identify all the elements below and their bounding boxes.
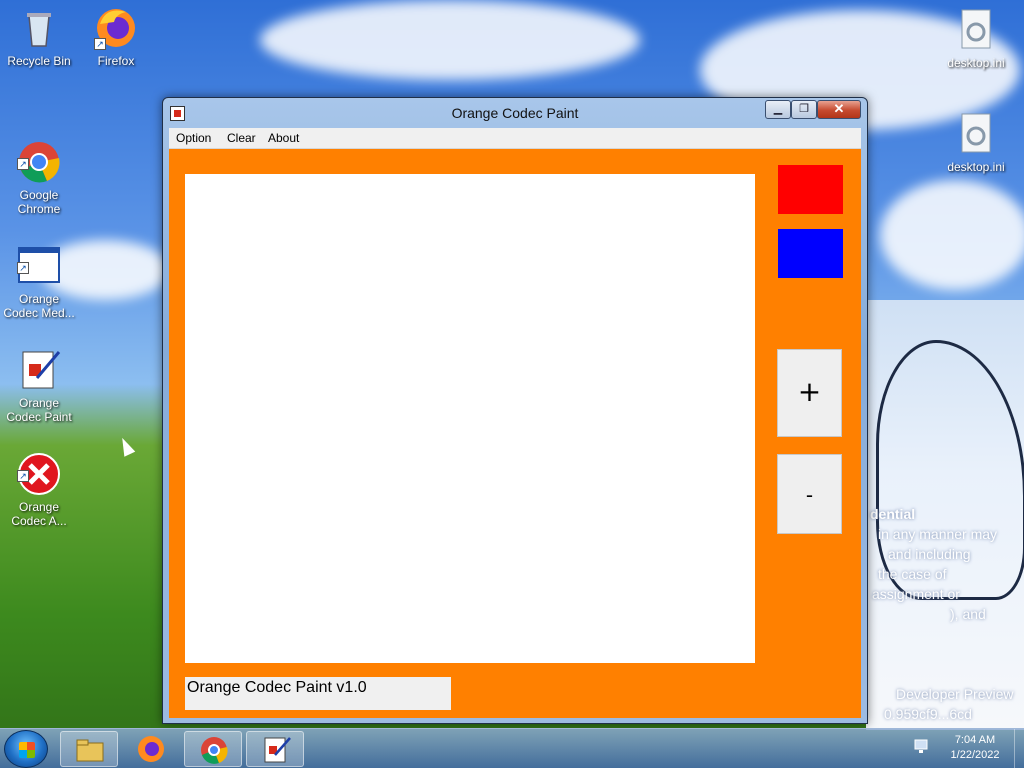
window-app-icon: ↗ bbox=[17, 230, 61, 283]
wallpaper-text: and including bbox=[888, 546, 971, 562]
desktop-icon-label: Orange Codec A... bbox=[11, 500, 67, 528]
paint-app-icon bbox=[261, 735, 291, 765]
shortcut-arrow-icon: ↗ bbox=[94, 38, 106, 50]
menu-option[interactable]: Option bbox=[176, 131, 211, 145]
desktop-icon-label: desktop.ini bbox=[947, 56, 1005, 70]
desktop-icon-label: Recycle Bin bbox=[7, 54, 71, 68]
taskbar-firefox[interactable] bbox=[122, 731, 180, 767]
show-desktop-button[interactable] bbox=[1014, 729, 1024, 768]
paint-client-area: + - Orange Codec Paint v1.0 bbox=[169, 149, 861, 718]
mouse-cursor-icon bbox=[116, 435, 136, 457]
firefox-icon: ↗ bbox=[94, 6, 138, 50]
desktop-icon-label: Orange Codec Paint bbox=[6, 396, 72, 424]
taskbar-chrome[interactable] bbox=[184, 731, 242, 767]
taskbar-orange-codec-paint[interactable] bbox=[246, 731, 304, 767]
maximize-button[interactable]: ❐ bbox=[791, 100, 817, 119]
decrease-brush-button[interactable]: - bbox=[777, 454, 842, 534]
desktop-icon-desktop-ini[interactable]: desktop.ini bbox=[938, 112, 1014, 174]
desktop-icon-label: Orange Codec Med... bbox=[3, 292, 75, 320]
desktop-icon-label: Firefox bbox=[97, 54, 135, 68]
wallpaper-text: ), and bbox=[950, 606, 986, 622]
desktop-icon-orange-codec-a[interactable]: ↗ Orange Codec A... bbox=[1, 424, 77, 542]
clock-date: 1/22/2022 bbox=[950, 749, 1000, 761]
cloud bbox=[880, 180, 1024, 290]
desktop-icon-chrome[interactable]: ↗ Google Chrome bbox=[1, 112, 77, 230]
taskbar-explorer[interactable] bbox=[60, 731, 118, 767]
system-clock[interactable]: 7:04 AM 1/22/2022 bbox=[940, 733, 1010, 763]
wallpaper-text: 0.959cf9...6cd bbox=[884, 706, 972, 722]
firefox-icon bbox=[136, 734, 166, 764]
desktop-icon-label: desktop.ini bbox=[947, 160, 1005, 174]
wallpaper-text: assignment or bbox=[872, 586, 960, 602]
close-button[interactable]: ✕ bbox=[817, 100, 861, 119]
settings-file-icon bbox=[954, 8, 998, 52]
desktop-icon-label: Google Chrome bbox=[17, 188, 61, 216]
window-title: Orange Codec Paint bbox=[451, 105, 579, 121]
paint-window: Orange Codec Paint ▁ ❐ ✕ Option Clear Ab… bbox=[162, 97, 868, 724]
error-x-icon: ↗ bbox=[17, 438, 61, 495]
clock-time: 7:04 AM bbox=[954, 734, 996, 746]
chrome-icon bbox=[199, 735, 229, 765]
desktop-icon-orange-codec-media[interactable]: ↗ Orange Codec Med... bbox=[1, 216, 77, 334]
menu-bar: Option Clear About bbox=[169, 128, 861, 149]
shortcut-arrow-icon: ↗ bbox=[17, 470, 29, 482]
shortcut-arrow-icon: ↗ bbox=[17, 158, 29, 170]
folder-icon bbox=[75, 735, 105, 765]
recycle-bin-icon bbox=[17, 6, 61, 50]
status-label: Orange Codec Paint v1.0 bbox=[185, 677, 451, 710]
desktop-icon-firefox[interactable]: ↗ Firefox bbox=[78, 6, 154, 68]
title-bar[interactable]: Orange Codec Paint ▁ ❐ ✕ bbox=[163, 98, 867, 128]
taskbar: 7:04 AM 1/22/2022 bbox=[0, 728, 1024, 768]
wallpaper-text: Developer Preview bbox=[896, 686, 1014, 702]
cloud bbox=[260, 0, 640, 80]
increase-brush-button[interactable]: + bbox=[777, 349, 842, 437]
menu-about[interactable]: About bbox=[268, 131, 299, 145]
color-swatch-blue[interactable] bbox=[778, 229, 843, 278]
start-button[interactable] bbox=[4, 730, 48, 768]
network-icon[interactable] bbox=[912, 737, 932, 757]
color-swatch-red[interactable] bbox=[778, 165, 843, 214]
chrome-icon: ↗ bbox=[17, 126, 61, 183]
paint-app-icon bbox=[17, 334, 61, 389]
wallpaper-text: dential bbox=[870, 506, 916, 522]
shortcut-arrow-icon: ↗ bbox=[17, 262, 29, 274]
menu-clear[interactable]: Clear bbox=[227, 131, 256, 145]
desktop-icon-recycle-bin[interactable]: Recycle Bin bbox=[1, 6, 77, 68]
desktop-icon-orange-codec-paint[interactable]: Orange Codec Paint bbox=[1, 320, 77, 438]
wallpaper-text: in any manner may bbox=[878, 526, 998, 542]
drawing-canvas[interactable] bbox=[185, 174, 755, 663]
wallpaper-text: the case of bbox=[878, 566, 947, 582]
minimize-button[interactable]: ▁ bbox=[765, 100, 791, 119]
desktop-icon-desktop-ini[interactable]: desktop.ini bbox=[938, 8, 1014, 70]
settings-file-icon bbox=[954, 112, 998, 156]
